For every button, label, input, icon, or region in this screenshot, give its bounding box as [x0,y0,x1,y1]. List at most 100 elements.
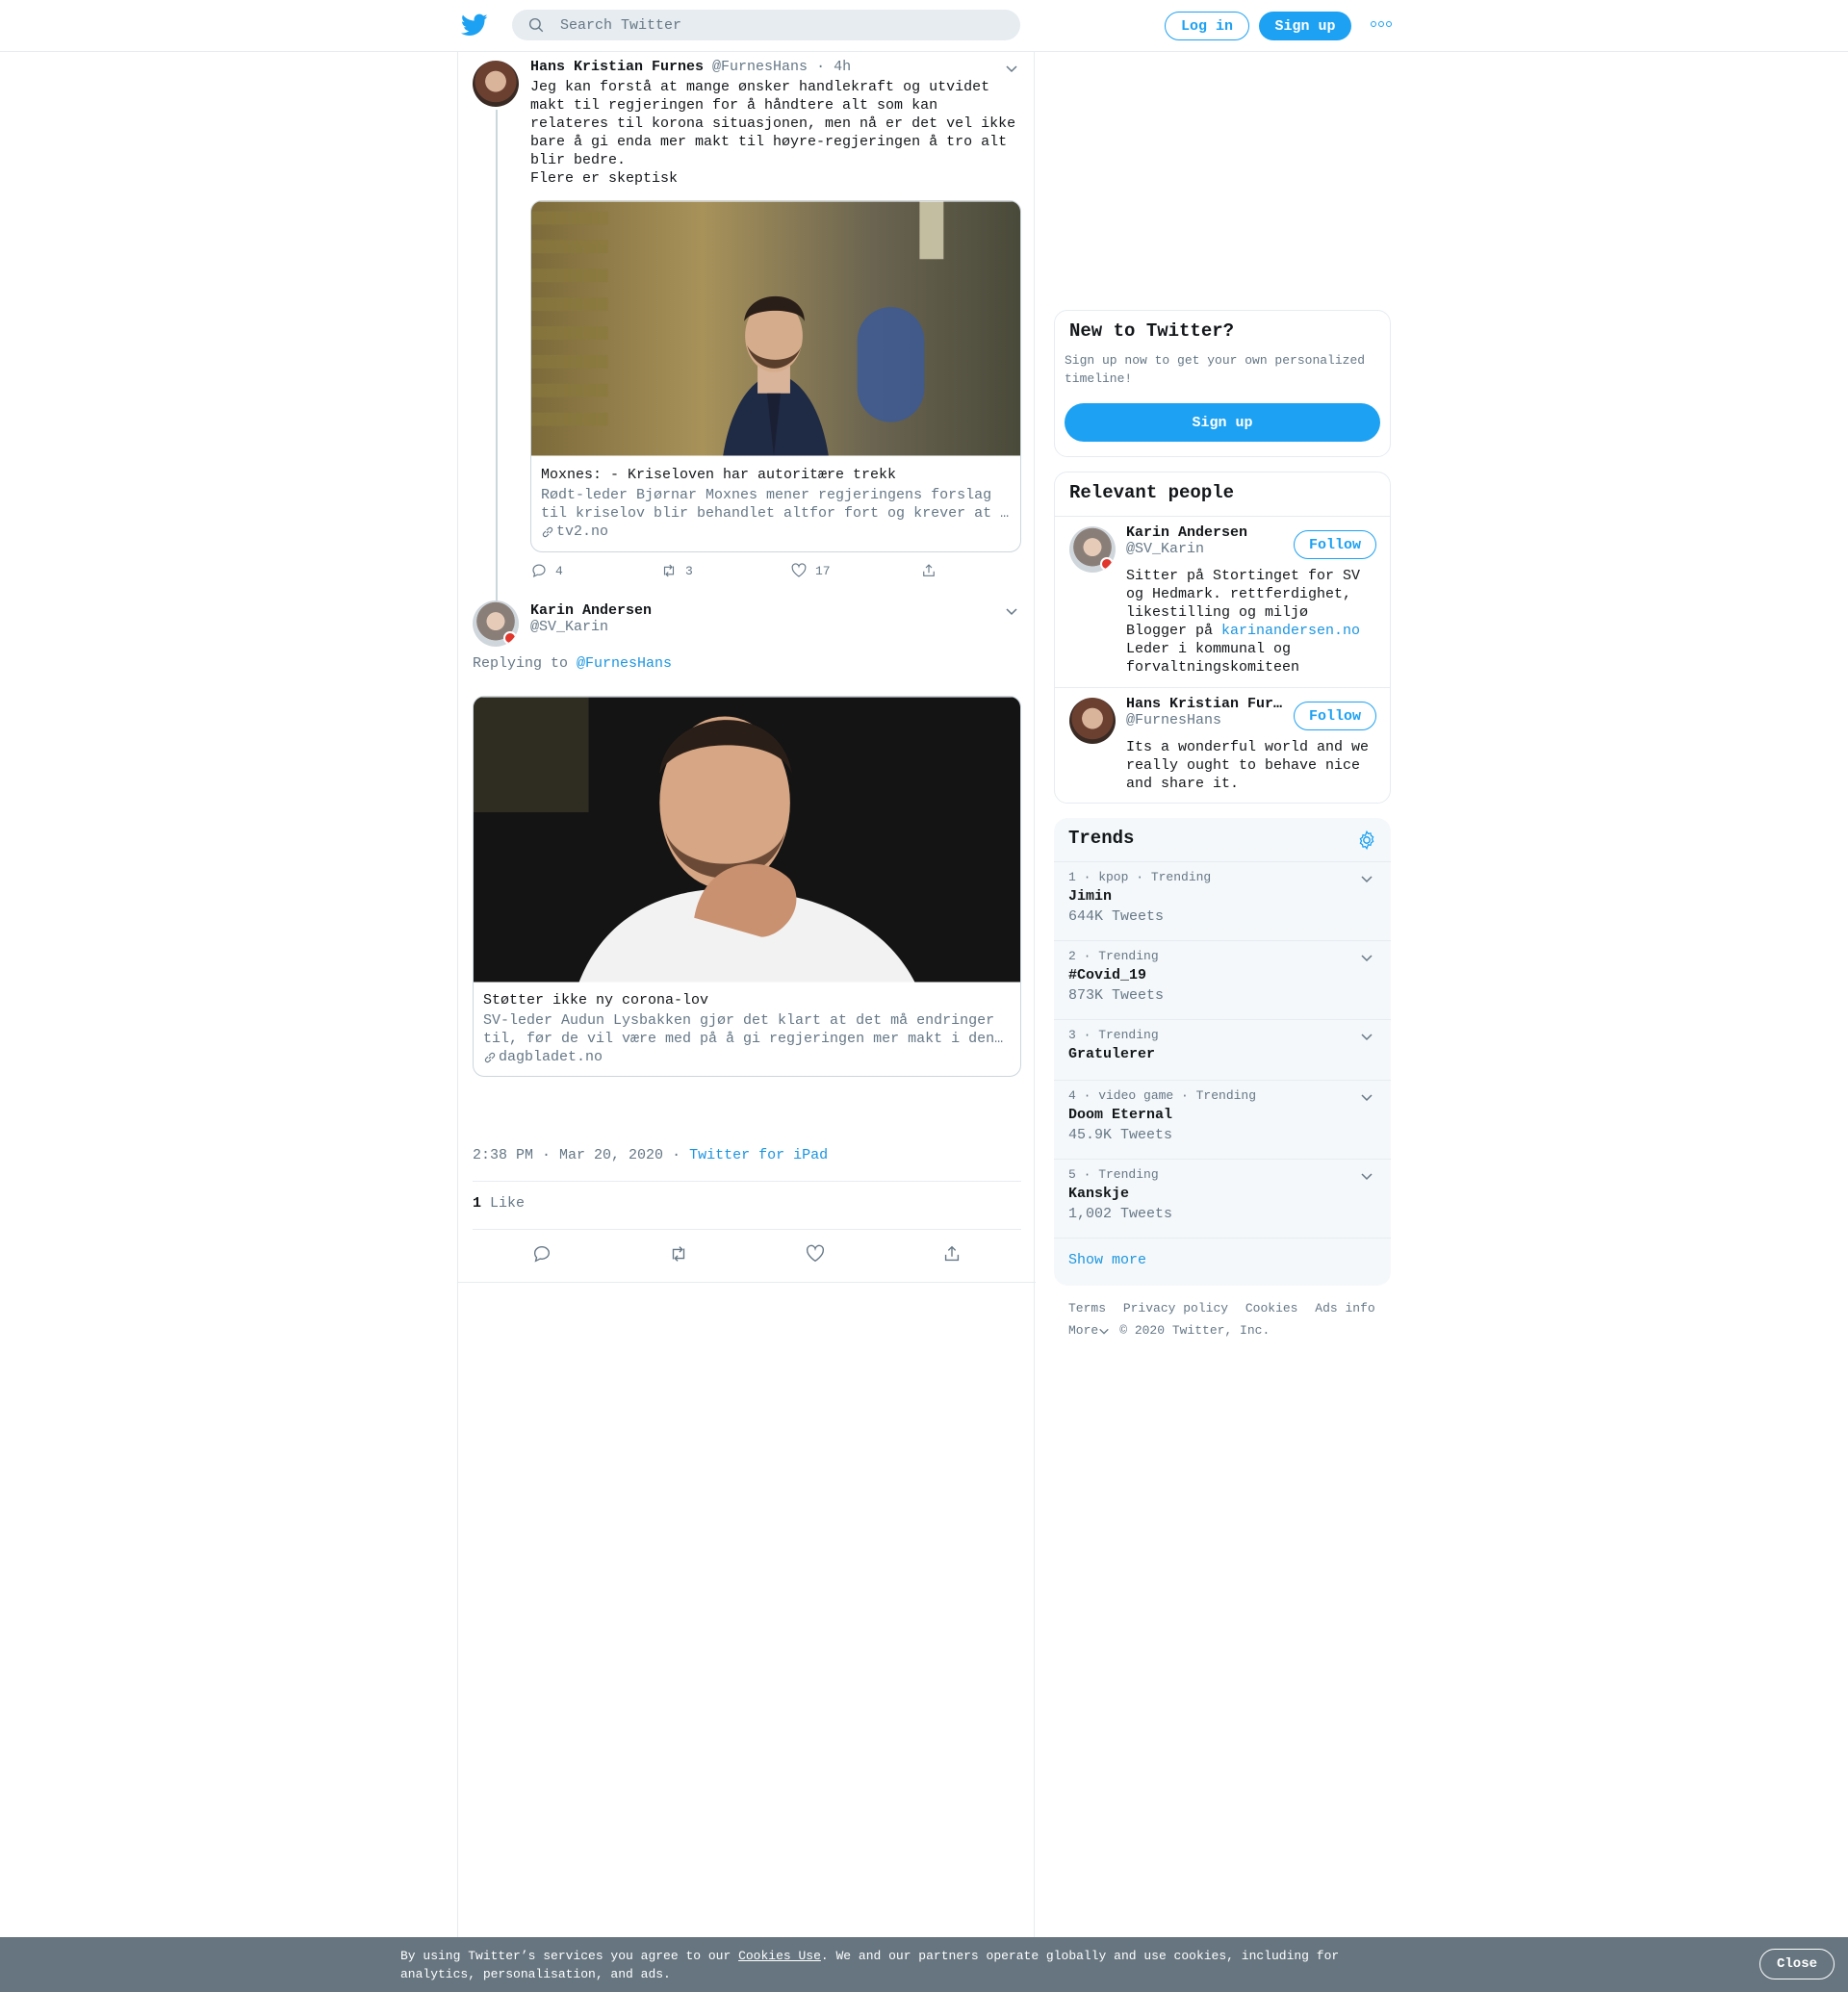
tweet-timestamp[interactable]: 2:38 PM · Mar 20, 2020 [473,1147,663,1163]
chevron-down-icon[interactable] [1360,951,1373,964]
person-handle[interactable]: @FurnesHans [1126,712,1282,728]
avatar[interactable] [473,600,519,647]
trend-context: 4 · video game · Trending [1068,1088,1257,1103]
heart-icon[interactable] [805,1243,826,1264]
avatar[interactable] [1069,698,1116,744]
footer-link-ads-info[interactable]: Ads info [1315,1301,1374,1315]
parent-tweet[interactable]: Hans Kristian Furnes @FurnesHans · 4h Je… [458,52,1036,629]
bio-link[interactable]: karinandersen.no [1221,623,1360,639]
meta-separator: · [672,1147,681,1163]
like-count: 17 [815,563,831,578]
card-image [531,201,1020,456]
person-bio: Its a wonderful world and we really ough… [1126,739,1370,792]
likes-summary[interactable]: 1 Like [473,1195,525,1212]
person-card[interactable]: Hans Kristian Fur… @FurnesHans Follow It… [1055,687,1390,803]
tweet-source[interactable]: Twitter for iPad [689,1147,828,1163]
link-card[interactable]: Moxnes: - Kriseloven har autoritære trek… [530,200,1021,552]
author-name[interactable]: Hans Kristian Furnes [530,59,704,75]
close-button[interactable]: Close [1759,1949,1835,1979]
trend-item[interactable]: 4 · video game · Trending Doom Eternal 4… [1054,1080,1391,1159]
footer-link-terms[interactable]: Terms [1068,1301,1106,1315]
show-more-row[interactable]: Show more [1054,1238,1391,1286]
heart-icon [791,563,807,577]
trend-count: 1,002 Tweets [1068,1206,1173,1222]
cookie-banner: By using Twitter’s services you agree to… [0,1937,1848,1992]
tweet-time[interactable]: · 4h [816,59,851,75]
login-button[interactable]: Log in [1165,12,1249,40]
trend-name: #Covid_19 [1068,967,1147,983]
reply-icon[interactable] [531,1243,552,1264]
chevron-down-icon[interactable] [1005,62,1018,75]
share-icon[interactable] [941,1243,962,1264]
twitter-bird-icon[interactable] [460,12,489,38]
retweet-icon[interactable] [668,1243,689,1264]
trend-name: Jimin [1068,888,1113,905]
cookies-use-link[interactable]: Cookies Use [738,1949,821,1963]
chevron-down-icon[interactable] [1360,1090,1373,1104]
card-domain: dagbladet.no [499,1049,603,1065]
new-to-twitter-panel: New to Twitter? Sign up now to get your … [1054,310,1391,457]
trend-name: Kanskje [1068,1186,1130,1202]
card-image [474,697,1020,983]
trend-item[interactable]: 5 · Trending Kanskje 1,002 Tweets [1054,1159,1391,1238]
share-icon [923,564,935,576]
more-options-icon[interactable] [1371,17,1392,31]
divider [473,1181,1021,1182]
footer-more[interactable]: More [1068,1323,1098,1338]
reply-count: 4 [555,563,563,578]
like-action[interactable]: 17 [790,562,831,579]
link-icon [542,526,553,537]
chevron-down-icon[interactable] [1005,604,1018,618]
person-handle[interactable]: @SV_Karin [1126,541,1247,557]
retweet-action[interactable]: 3 [660,562,693,579]
cookie-text-before: By using Twitter’s services you agree to… [400,1949,739,1963]
replying-to-link[interactable]: @FurnesHans [577,655,672,672]
show-more-link[interactable]: Show more [1068,1252,1146,1268]
person-name[interactable]: Karin Andersen [1126,524,1247,541]
signup-button[interactable]: Sign up [1259,12,1351,40]
author-handle[interactable]: @FurnesHans [712,59,808,75]
retweet-icon [663,564,675,577]
card-description: Rødt-leder Bjørnar Moxnes mener regjerin… [541,487,1010,522]
avatar[interactable] [1069,526,1116,573]
person-name[interactable]: Hans Kristian Fur… [1126,696,1282,712]
divider [458,1282,1036,1283]
share-action[interactable] [920,562,937,579]
person-card[interactable]: Karin Andersen @SV_Karin Follow Sitter p… [1055,516,1390,687]
avatar[interactable] [473,61,519,107]
likes-label: Like [490,1195,526,1212]
search-input[interactable] [560,16,984,34]
trend-context: 1 · kpop · Trending [1068,870,1212,884]
search-box[interactable] [512,10,1020,40]
reply-action[interactable]: 4 [530,562,563,579]
copyright: © 2020 Twitter, Inc. [1119,1323,1270,1338]
chevron-down-icon[interactable] [1098,1325,1110,1337]
signup-button[interactable]: Sign up [1065,403,1380,442]
follow-button[interactable]: Follow [1294,702,1376,730]
card-domain: tv2.no [556,524,609,540]
trend-item[interactable]: 1 · kpop · Trending Jimin 644K Tweets [1054,861,1391,940]
chevron-down-icon[interactable] [1360,872,1373,885]
card-title: Moxnes: - Kriseloven har autoritære trek… [541,467,897,483]
link-icon [484,1052,496,1062]
trend-item[interactable]: 3 · Trending Gratulerer [1054,1019,1391,1080]
link-card[interactable]: Støtter ikke ny corona-lov SV-leder Audu… [473,696,1021,1077]
chevron-down-icon[interactable] [1360,1169,1373,1183]
footer-link-cookies[interactable]: Cookies [1245,1301,1298,1315]
footer-link-privacy[interactable]: Privacy policy [1123,1301,1228,1315]
divider [473,1229,1021,1230]
trend-name: Doom Eternal [1068,1107,1173,1123]
main-tweet: Karin Andersen @SV_Karin Replying to @Fu… [458,591,1036,1284]
trend-item[interactable]: 2 · Trending #Covid_19 873K Tweets [1054,940,1391,1019]
reply-icon [532,564,546,578]
retweet-count: 3 [685,563,693,578]
panel-title: Relevant people [1069,482,1235,503]
chevron-down-icon[interactable] [1360,1030,1373,1043]
gear-icon[interactable] [1356,830,1377,851]
follow-button[interactable]: Follow [1294,530,1376,559]
card-title: Støtter ikke ny corona-lov [483,992,709,1009]
author-handle[interactable]: @SV_Karin [530,619,652,635]
card-domain-row: tv2.no [541,524,608,540]
author-name[interactable]: Karin Andersen [530,602,652,619]
person-bio: Sitter på Stortinget for SV og Hedmark. … [1126,567,1376,677]
